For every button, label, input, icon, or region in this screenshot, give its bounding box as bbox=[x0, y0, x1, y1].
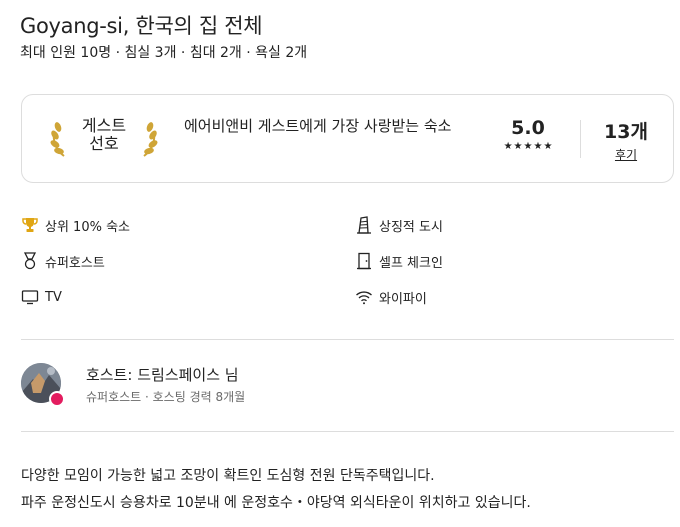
reviews-link[interactable]: 후기 bbox=[615, 146, 637, 163]
description-line: 다양한 모임이 가능한 넓고 조망이 확트인 도심형 전원 단독주택입니다. bbox=[21, 468, 435, 484]
guest-favorite-label: 게스트 선호 bbox=[72, 117, 136, 153]
highlight-label: 슈퍼호스트 bbox=[45, 255, 105, 271]
landmark-icon bbox=[357, 216, 371, 234]
medal-icon bbox=[23, 252, 37, 270]
superhost-badge-icon bbox=[49, 391, 65, 407]
host-avatar[interactable] bbox=[21, 363, 65, 407]
guest-favorite-description: 에어비앤비 게스트에게 가장 사랑받는 숙소 bbox=[184, 117, 452, 135]
star-icon: ★ bbox=[523, 141, 533, 152]
badge-line-1: 게스트 bbox=[81, 116, 127, 135]
star-icon: ★ bbox=[513, 141, 523, 152]
wifi-icon bbox=[356, 291, 372, 305]
door-icon bbox=[357, 252, 371, 270]
highlight-wifi: 와이파이 bbox=[355, 286, 427, 308]
star-icon: ★ bbox=[533, 141, 543, 152]
star-icon: ★ bbox=[503, 141, 513, 152]
description-line: 파주 운정신도시 승용차로 10분내 에 운정호수・야당역 외식타운이 위치하고… bbox=[21, 495, 531, 511]
rating-block: 5.0 ★ ★ ★ ★ ★ bbox=[488, 117, 568, 152]
section-divider bbox=[21, 431, 674, 432]
host-name[interactable]: 호스트: 드림스페이스 님 bbox=[86, 364, 239, 385]
rating-value: 5.0 bbox=[511, 117, 545, 139]
star-rating: ★ ★ ★ ★ ★ bbox=[488, 142, 568, 152]
highlight-label: 상위 10% 숙소 bbox=[45, 219, 130, 235]
highlights-list: 상위 10% 숙소 상징적 도시 슈퍼호스트 셀프 체크인 TV 와이파이 bbox=[21, 214, 661, 314]
highlight-top-10: 상위 10% 숙소 bbox=[21, 214, 130, 236]
highlight-iconic-city: 상징적 도시 bbox=[355, 214, 443, 236]
trophy-icon bbox=[22, 218, 38, 232]
highlight-label: 셀프 체크인 bbox=[379, 255, 443, 271]
highlight-label: 상징적 도시 bbox=[379, 219, 443, 235]
card-divider bbox=[580, 120, 581, 158]
highlight-tv: TV bbox=[21, 286, 62, 308]
laurel-left-icon bbox=[50, 122, 65, 157]
badge-line-2: 선호 bbox=[89, 134, 119, 153]
listing-summary: 최대 인원 10명 · 침실 3개 · 침대 2개 · 욕실 2개 bbox=[20, 45, 308, 61]
highlight-label: 와이파이 bbox=[379, 291, 427, 307]
highlight-label: TV bbox=[45, 289, 62, 305]
listing-title: Goyang-si, 한국의 집 전체 bbox=[20, 14, 263, 38]
highlight-self-checkin: 셀프 체크인 bbox=[355, 250, 443, 272]
highlight-superhost: 슈퍼호스트 bbox=[21, 250, 105, 272]
guest-favorite-card: 게스트 선호 에어비앤비 게스트에게 가장 사랑받는 숙소 5.0 ★ ★ ★ … bbox=[21, 94, 674, 183]
star-icon: ★ bbox=[543, 141, 553, 152]
tv-icon bbox=[21, 290, 39, 305]
section-divider bbox=[21, 339, 674, 340]
guest-favorite-badge: 게스트 선호 bbox=[48, 113, 160, 161]
listing-description: 다양한 모임이 가능한 넓고 조망이 확트인 도심형 전원 단독주택입니다. 파… bbox=[21, 463, 671, 517]
reviews-block[interactable]: 13개 후기 bbox=[596, 117, 656, 163]
host-meta: 슈퍼호스트 · 호스팅 경력 8개월 bbox=[86, 390, 246, 404]
review-count[interactable]: 13개 bbox=[596, 117, 656, 144]
laurel-right-icon bbox=[143, 122, 158, 157]
